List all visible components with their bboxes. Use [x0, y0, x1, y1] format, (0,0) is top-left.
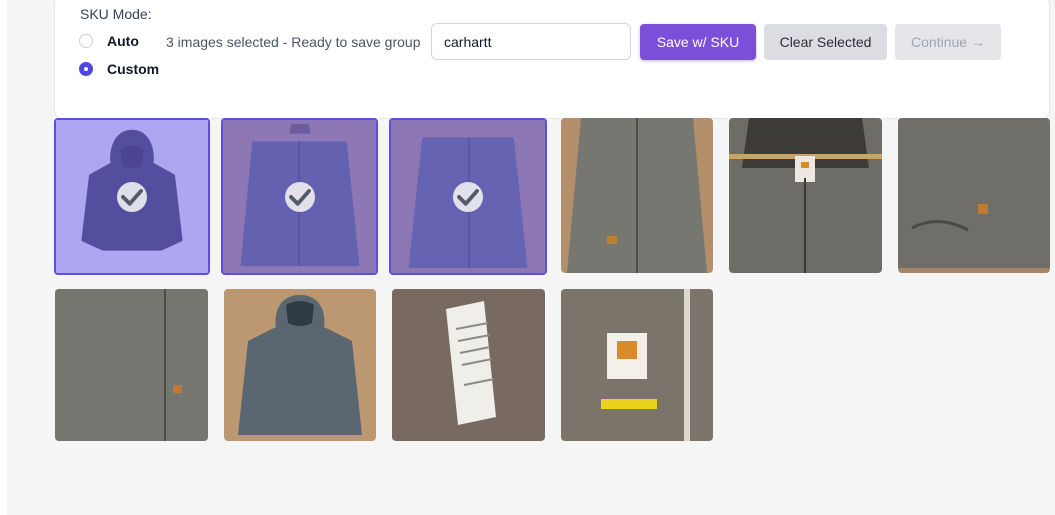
radio-custom-circle[interactable] [79, 62, 93, 76]
image-thumbnail-7[interactable] [55, 289, 208, 441]
jacket-photo-6 [898, 118, 1050, 273]
selection-status: 3 images selected - Ready to save group [166, 34, 421, 50]
collar-photo-5 [729, 118, 882, 273]
radio-auto-circle[interactable] [79, 34, 93, 48]
image-thumbnail-6[interactable] [898, 118, 1050, 273]
image-thumbnail-1[interactable] [54, 118, 210, 275]
brand-label-photo-10 [561, 289, 713, 441]
checkmark-icon [284, 181, 315, 212]
care-label-photo-9 [392, 289, 545, 441]
jacket-back-photo-8 [224, 289, 376, 441]
radio-custom[interactable]: Custom [79, 61, 159, 77]
jacket-photo-4 [561, 118, 713, 273]
checkmark-icon [453, 181, 483, 212]
radio-auto[interactable]: Auto [79, 33, 139, 49]
image-thumbnail-2[interactable] [221, 118, 378, 275]
image-thumbnail-3[interactable] [389, 118, 547, 275]
jacket-photo-7 [55, 289, 208, 441]
radio-auto-label: Auto [107, 33, 139, 49]
image-thumbnail-5[interactable] [729, 118, 882, 273]
image-thumbnail-4[interactable] [561, 118, 713, 273]
sku-input[interactable] [431, 23, 631, 60]
save-with-sku-button[interactable]: Save w/ SKU [640, 24, 756, 60]
radio-custom-label: Custom [107, 61, 160, 77]
image-thumbnail-9[interactable] [392, 289, 545, 441]
image-thumbnail-8[interactable] [224, 289, 376, 441]
clear-selected-button[interactable]: Clear Selected [764, 24, 887, 60]
checkmark-icon [117, 181, 147, 212]
image-thumbnail-10[interactable] [561, 289, 713, 441]
left-edge [0, 0, 7, 515]
continue-button[interactable]: Continue → [895, 24, 1001, 60]
sku-mode-label: SKU Mode: [80, 6, 152, 22]
